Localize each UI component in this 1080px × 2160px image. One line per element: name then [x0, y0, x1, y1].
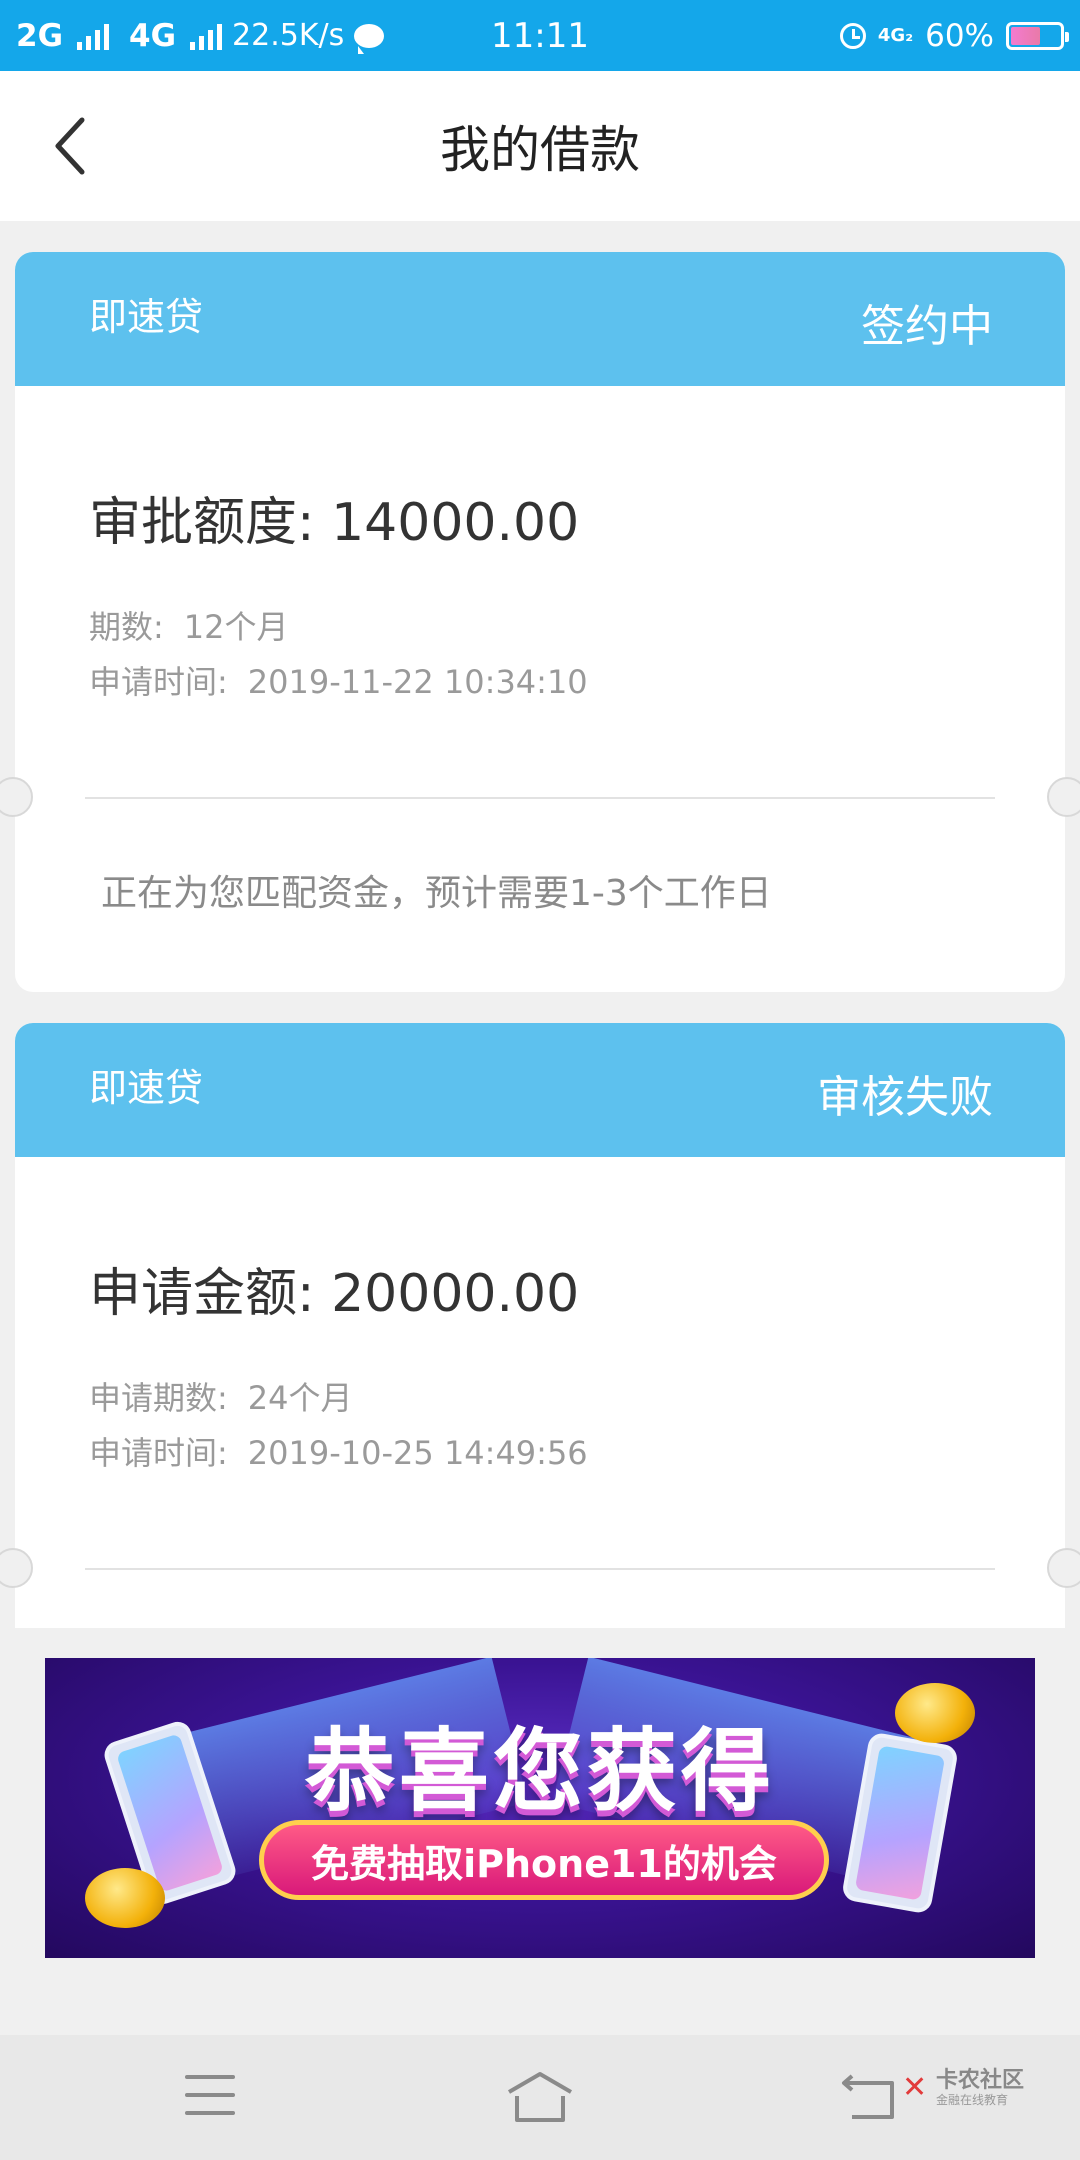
- card-divider: [85, 797, 995, 799]
- battery-percent: 60%: [925, 17, 994, 54]
- message-icon: [354, 23, 385, 54]
- loan-card-header: 即速贷 审核失败: [15, 1023, 1065, 1163]
- menu-icon[interactable]: [185, 2075, 235, 2115]
- alarm-icon: [839, 22, 866, 49]
- banner-title: 恭喜您获得: [305, 1719, 775, 1824]
- back-button[interactable]: [40, 111, 100, 181]
- watermark-name: 卡农社区: [936, 2068, 1025, 2093]
- card-notch: [1047, 1548, 1080, 1588]
- loan-periods: 申请期数: 24个月: [89, 1373, 353, 1419]
- watermark-logo-icon: ✕: [902, 2070, 928, 2105]
- loan-periods-value: 12个月: [183, 608, 289, 646]
- back-nav-icon[interactable]: [840, 2073, 900, 2123]
- status-bar: 2G 4G 22.5K/s 11:11 4G₂ 60%: [0, 0, 1080, 71]
- loan-status: 签约中: [861, 301, 993, 352]
- loan-amount-label: 审批额度:: [89, 493, 315, 553]
- chevron-left-icon: [55, 117, 85, 175]
- card-notch: [0, 1548, 33, 1588]
- loan-product-name: 即速贷: [89, 1066, 204, 1110]
- card-divider: [85, 1568, 995, 1570]
- loan-product-name: 即速贷: [89, 295, 204, 339]
- signal-icon: [77, 22, 110, 50]
- loan-amount-value: 14000.00: [331, 493, 580, 553]
- home-icon[interactable]: [505, 2070, 575, 2125]
- loan-apply-time: 申请时间: 2019-11-22 10:34:10: [89, 657, 588, 703]
- watermark-sub: 金融在线教育: [936, 2093, 1009, 2107]
- loan-note: 正在为您匹配资金，预计需要1-3个工作日: [101, 873, 772, 914]
- signal-icon: [190, 22, 223, 50]
- loan-apply-time-label: 申请时间:: [89, 663, 228, 701]
- page-title: 我的借款: [440, 121, 640, 179]
- loan-periods-label: 期数:: [89, 608, 164, 646]
- loan-periods-label: 申请期数:: [89, 1379, 228, 1417]
- loan-apply-time-value: 2019-11-22 10:34:10: [247, 663, 588, 701]
- status-right: 4G₂ 60%: [839, 0, 1069, 71]
- status-left: 2G 4G 22.5K/s: [16, 0, 385, 71]
- loan-amount-value: 20000.00: [331, 1264, 580, 1324]
- battery-fill: [1011, 26, 1040, 45]
- network-speed: 22.5K/s: [232, 18, 345, 53]
- banner-subtitle: 免费抽取iPhone11的机会: [259, 1820, 829, 1900]
- loan-periods-value: 24个月: [247, 1379, 353, 1417]
- loan-periods: 期数: 12个月: [89, 602, 289, 648]
- coin-icon: [85, 1868, 165, 1928]
- loan-amount-label: 申请金额:: [89, 1264, 315, 1324]
- battery-icon: [1006, 21, 1069, 50]
- network-4g-label: 4G: [129, 17, 177, 54]
- loan-status: 审核失败: [817, 1072, 993, 1123]
- loan-amount: 申请金额: 20000.00: [89, 1251, 579, 1326]
- network-2g-label: 2G: [16, 17, 64, 54]
- loan-apply-time-value: 2019-10-25 14:49:56: [247, 1434, 588, 1472]
- loan-card-header: 即速贷 签约中: [15, 252, 1065, 392]
- loan-apply-time: 申请时间: 2019-10-25 14:49:56: [89, 1428, 588, 1474]
- system-nav-bar: ✕ 卡农社区 金融在线教育: [0, 2035, 1080, 2160]
- loan-amount: 审批额度: 14000.00: [89, 480, 579, 555]
- promo-banner[interactable]: 恭喜您获得 免费抽取iPhone11的机会: [45, 1658, 1035, 1958]
- loan-card[interactable]: 即速贷 审核失败 申请金额: 20000.00 申请期数: 24个月 申请时间: 2…: [0, 1023, 1080, 1628]
- network-4g-small: 4G₂: [877, 24, 914, 46]
- app-header: 我的借款: [0, 71, 1080, 221]
- loan-apply-time-label: 申请时间:: [89, 1434, 228, 1472]
- card-notch: [1047, 777, 1080, 817]
- watermark: ✕ 卡农社区 金融在线教育: [902, 2068, 1025, 2108]
- card-notch: [0, 777, 33, 817]
- loan-card[interactable]: 即速贷 签约中 审批额度: 14000.00 期数: 12个月 申请时间: 2019…: [0, 252, 1080, 992]
